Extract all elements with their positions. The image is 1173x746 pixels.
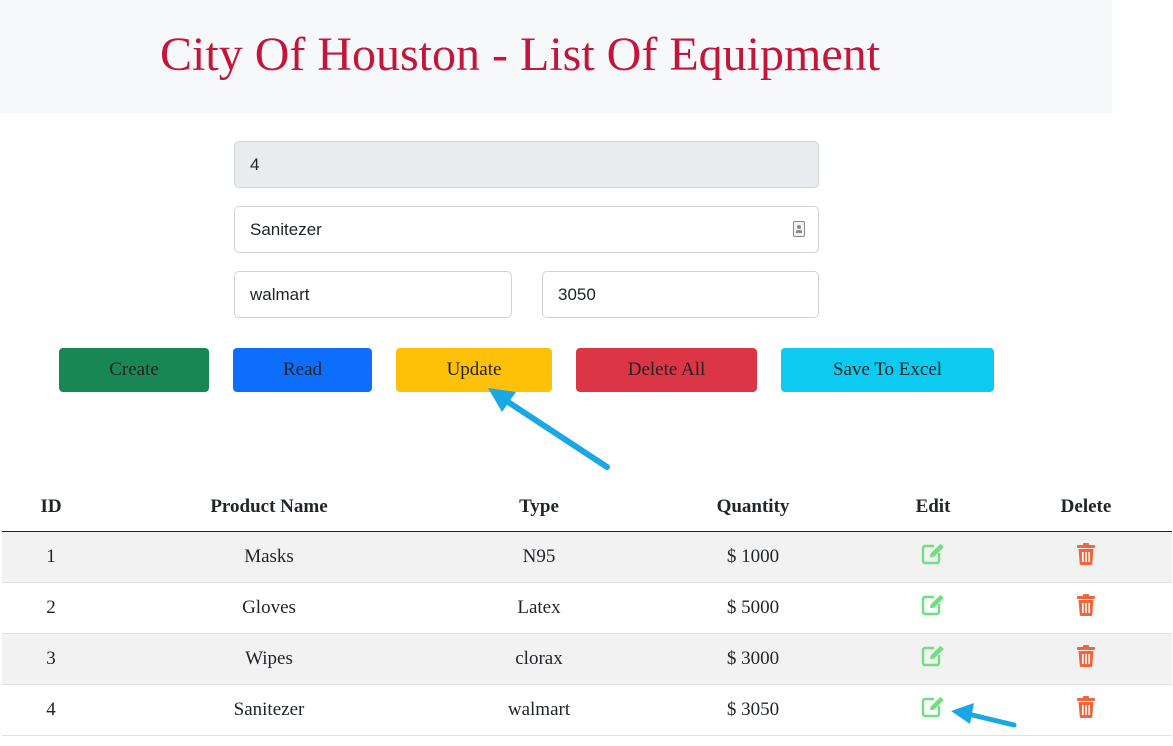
type-field[interactable]: walmart xyxy=(234,271,512,318)
read-button[interactable]: Read xyxy=(233,348,372,392)
cell-quantity: $ 5000 xyxy=(640,582,866,634)
annotation-arrow-update xyxy=(488,388,610,470)
cell-type: Latex xyxy=(438,582,640,634)
cell-type: walmart xyxy=(438,684,640,736)
save-to-excel-button[interactable]: Save To Excel xyxy=(781,348,994,392)
header-product-name: Product Name xyxy=(100,483,438,532)
cell-product-name: Sanitezer xyxy=(100,684,438,736)
cell-type: clorax xyxy=(438,633,640,685)
cell-edit xyxy=(866,684,1000,736)
contact-card-icon[interactable] xyxy=(793,221,805,237)
cell-edit xyxy=(866,531,1000,583)
header-delete: Delete xyxy=(1000,483,1172,532)
cell-id: 2 xyxy=(2,582,100,634)
cell-delete xyxy=(1000,582,1172,634)
product-name-field[interactable]: Sanitezer xyxy=(234,206,819,253)
cell-product-name: Wipes xyxy=(100,633,438,685)
edit-icon[interactable] xyxy=(921,594,945,622)
cell-delete xyxy=(1000,684,1172,736)
cell-type: N95 xyxy=(438,531,640,583)
cell-quantity: $ 1000 xyxy=(640,531,866,583)
create-button[interactable]: Create xyxy=(59,348,209,392)
cell-id: 3 xyxy=(2,633,100,685)
table-row: 1 Masks N95 $ 1000 xyxy=(2,531,1172,583)
cell-quantity: $ 3000 xyxy=(640,633,866,685)
table-row: 3 Wipes clorax $ 3000 xyxy=(2,633,1172,685)
cell-product-name: Gloves xyxy=(100,582,438,634)
table-row: 4 Sanitezer walmart $ 3050 xyxy=(2,684,1172,736)
trash-icon[interactable] xyxy=(1077,594,1095,622)
header-edit: Edit xyxy=(866,483,1000,532)
trash-icon[interactable] xyxy=(1077,696,1095,724)
table-row: 2 Gloves Latex $ 5000 xyxy=(2,582,1172,634)
page-header: City Of Houston - List Of Equipment xyxy=(0,0,1112,113)
cell-quantity: $ 3050 xyxy=(640,684,866,736)
page-title: City Of Houston - List Of Equipment xyxy=(160,28,880,81)
edit-icon[interactable] xyxy=(921,543,945,571)
header-quantity: Quantity xyxy=(640,483,866,532)
cell-delete xyxy=(1000,531,1172,583)
cell-id: 1 xyxy=(2,531,100,583)
equipment-table: ID Product Name Type Quantity Edit Delet… xyxy=(2,483,1172,736)
cell-product-name: Masks xyxy=(100,531,438,583)
update-button[interactable]: Update xyxy=(396,348,552,392)
cell-delete xyxy=(1000,633,1172,685)
edit-icon[interactable] xyxy=(921,696,945,724)
trash-icon[interactable] xyxy=(1077,543,1095,571)
quantity-field[interactable]: 3050 xyxy=(542,271,819,318)
header-type: Type xyxy=(438,483,640,532)
trash-icon[interactable] xyxy=(1077,645,1095,673)
cell-edit xyxy=(866,582,1000,634)
table-header-row: ID Product Name Type Quantity Edit Delet… xyxy=(2,483,1172,532)
delete-all-button[interactable]: Delete All xyxy=(576,348,757,392)
product-name-value: Sanitezer xyxy=(250,220,322,239)
edit-icon[interactable] xyxy=(921,645,945,673)
header-id: ID xyxy=(2,483,100,532)
cell-edit xyxy=(866,633,1000,685)
cell-id: 4 xyxy=(2,684,100,736)
id-field[interactable]: 4 xyxy=(234,141,819,188)
